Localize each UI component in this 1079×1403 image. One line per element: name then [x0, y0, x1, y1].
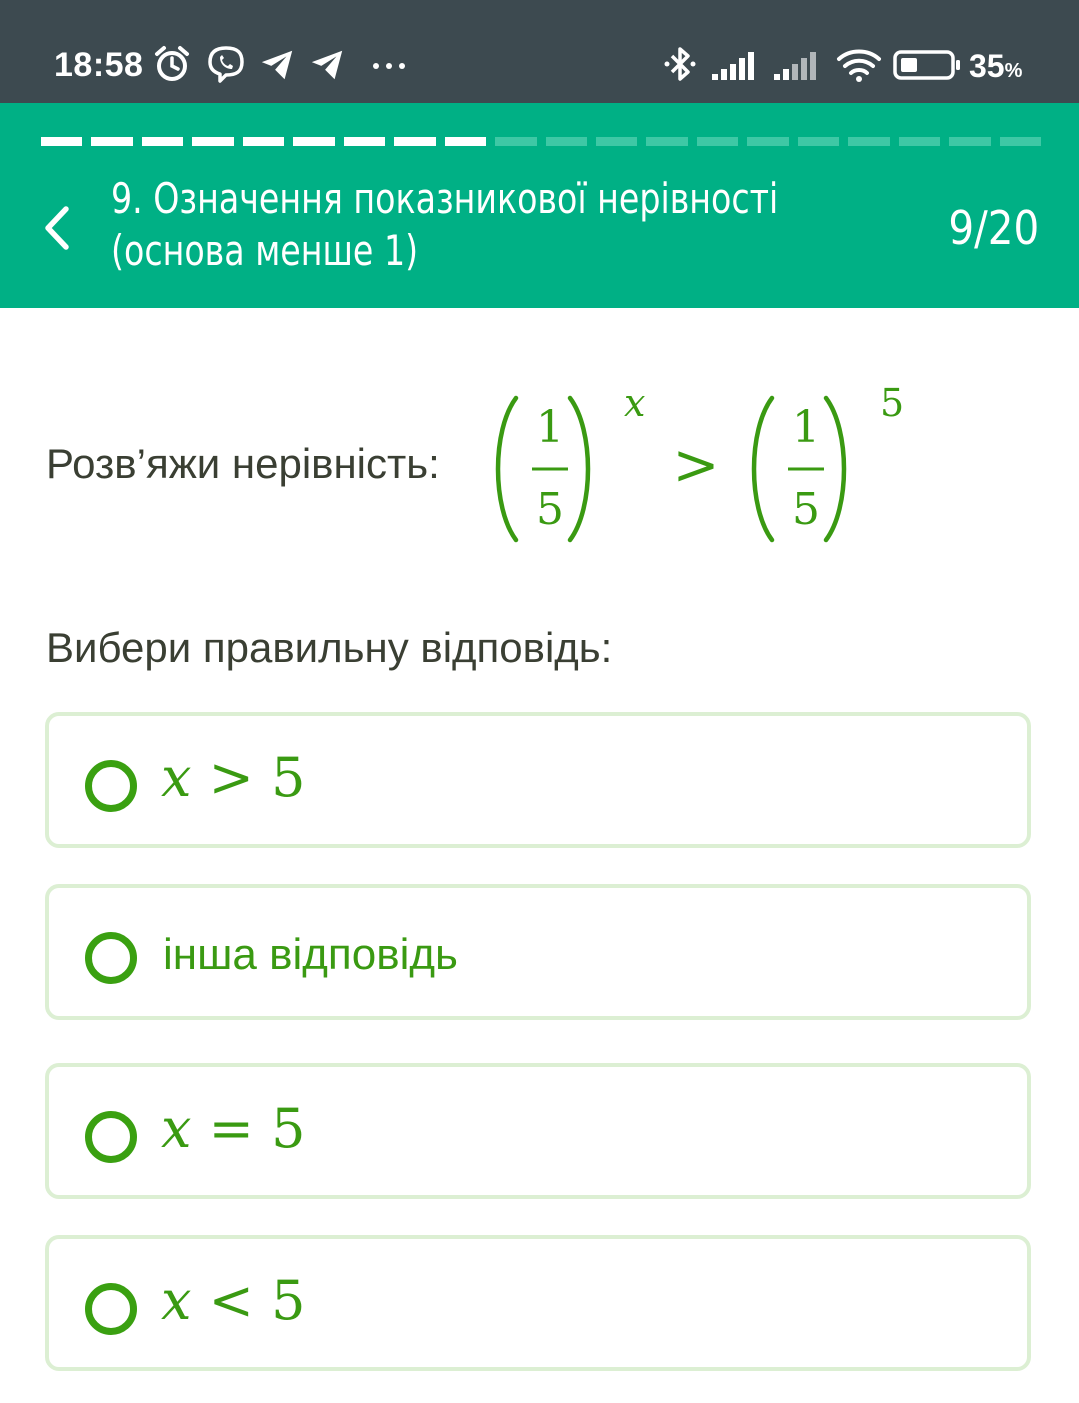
- progress-segment: [696, 137, 739, 146]
- progress-segment: [91, 137, 133, 146]
- radio-button[interactable]: [85, 1283, 137, 1335]
- answer-option-1[interactable]: x > 5: [45, 712, 1031, 848]
- progress-segment: [999, 137, 1042, 146]
- right-base-numerator: 1: [792, 402, 820, 453]
- left-exponent: x: [624, 381, 645, 425]
- progress-segment: [545, 137, 587, 146]
- progress-segment: [646, 137, 688, 146]
- alarm-icon: [155, 46, 189, 81]
- viber-icon: [208, 46, 244, 83]
- right-paren-open: [751, 395, 775, 543]
- progress-segment: [747, 137, 789, 146]
- left-base-denominator: 5: [536, 484, 564, 535]
- progress-segment: [949, 137, 991, 146]
- progress-segment: [41, 137, 83, 146]
- answer-option-2[interactable]: інша відповідь: [45, 884, 1031, 1020]
- lesson-title: 9. Означення показникової нерівності (ос…: [111, 173, 815, 277]
- question-formula: 1 5 x > 1 5 5: [495, 381, 904, 543]
- signal-icon: [712, 52, 754, 80]
- more-notifications-icon: [373, 63, 405, 69]
- lesson-title-line2: (основа менше 1): [111, 226, 419, 275]
- progress-segment: [848, 137, 890, 146]
- radio-button[interactable]: [85, 1111, 137, 1163]
- option-text: інша відповідь: [163, 930, 458, 979]
- inequality-operator: >: [673, 433, 720, 498]
- progress-segment: [293, 137, 335, 146]
- question-counter: 9/20: [948, 201, 1039, 255]
- progress-segment: [343, 137, 386, 146]
- progress-bar: [41, 137, 1042, 146]
- progress-segment: [141, 137, 184, 146]
- telegram-icon: [261, 50, 293, 80]
- progress-segment: [797, 137, 840, 146]
- answer-option-4[interactable]: x < 5: [45, 1235, 1031, 1371]
- battery-icon: [893, 50, 960, 80]
- answer-prompt: Вибери правильну відповідь:: [46, 624, 613, 671]
- progress-segment: [192, 137, 234, 146]
- lesson-header: 9. Означення показникової нерівності (ос…: [0, 103, 1079, 308]
- question-label: Розв’яжи нерівність:: [46, 440, 440, 487]
- option-math: x > 5: [161, 746, 306, 809]
- telegram-icon: [311, 50, 343, 80]
- signal-icon: [774, 52, 816, 80]
- status-bar: 18:58 35%: [0, 0, 1079, 103]
- radio-button[interactable]: [85, 932, 137, 984]
- bluetooth-icon: [664, 47, 696, 81]
- back-chevron-icon[interactable]: [40, 203, 74, 253]
- right-exponent: 5: [880, 381, 904, 425]
- left-paren-close: [567, 395, 591, 543]
- right-paren-close: [823, 395, 847, 543]
- progress-segment: [444, 137, 487, 146]
- wifi-icon: [837, 49, 881, 82]
- progress-segment: [495, 137, 537, 146]
- answer-option-3[interactable]: x = 5: [45, 1063, 1031, 1199]
- left-base-numerator: 1: [536, 402, 564, 453]
- option-math: x = 5: [161, 1097, 306, 1160]
- progress-segment: [242, 137, 285, 146]
- battery-level: 35%: [969, 48, 1023, 84]
- status-time: 18:58: [54, 46, 144, 84]
- left-paren-open: [495, 395, 519, 543]
- radio-button[interactable]: [85, 760, 137, 812]
- progress-segment: [595, 137, 638, 146]
- progress-segment: [394, 137, 436, 146]
- progress-segment: [898, 137, 941, 146]
- lesson-title-line1: 9. Означення показникової нерівності: [111, 174, 779, 223]
- right-base-denominator: 5: [792, 484, 820, 535]
- option-math: x < 5: [161, 1269, 306, 1332]
